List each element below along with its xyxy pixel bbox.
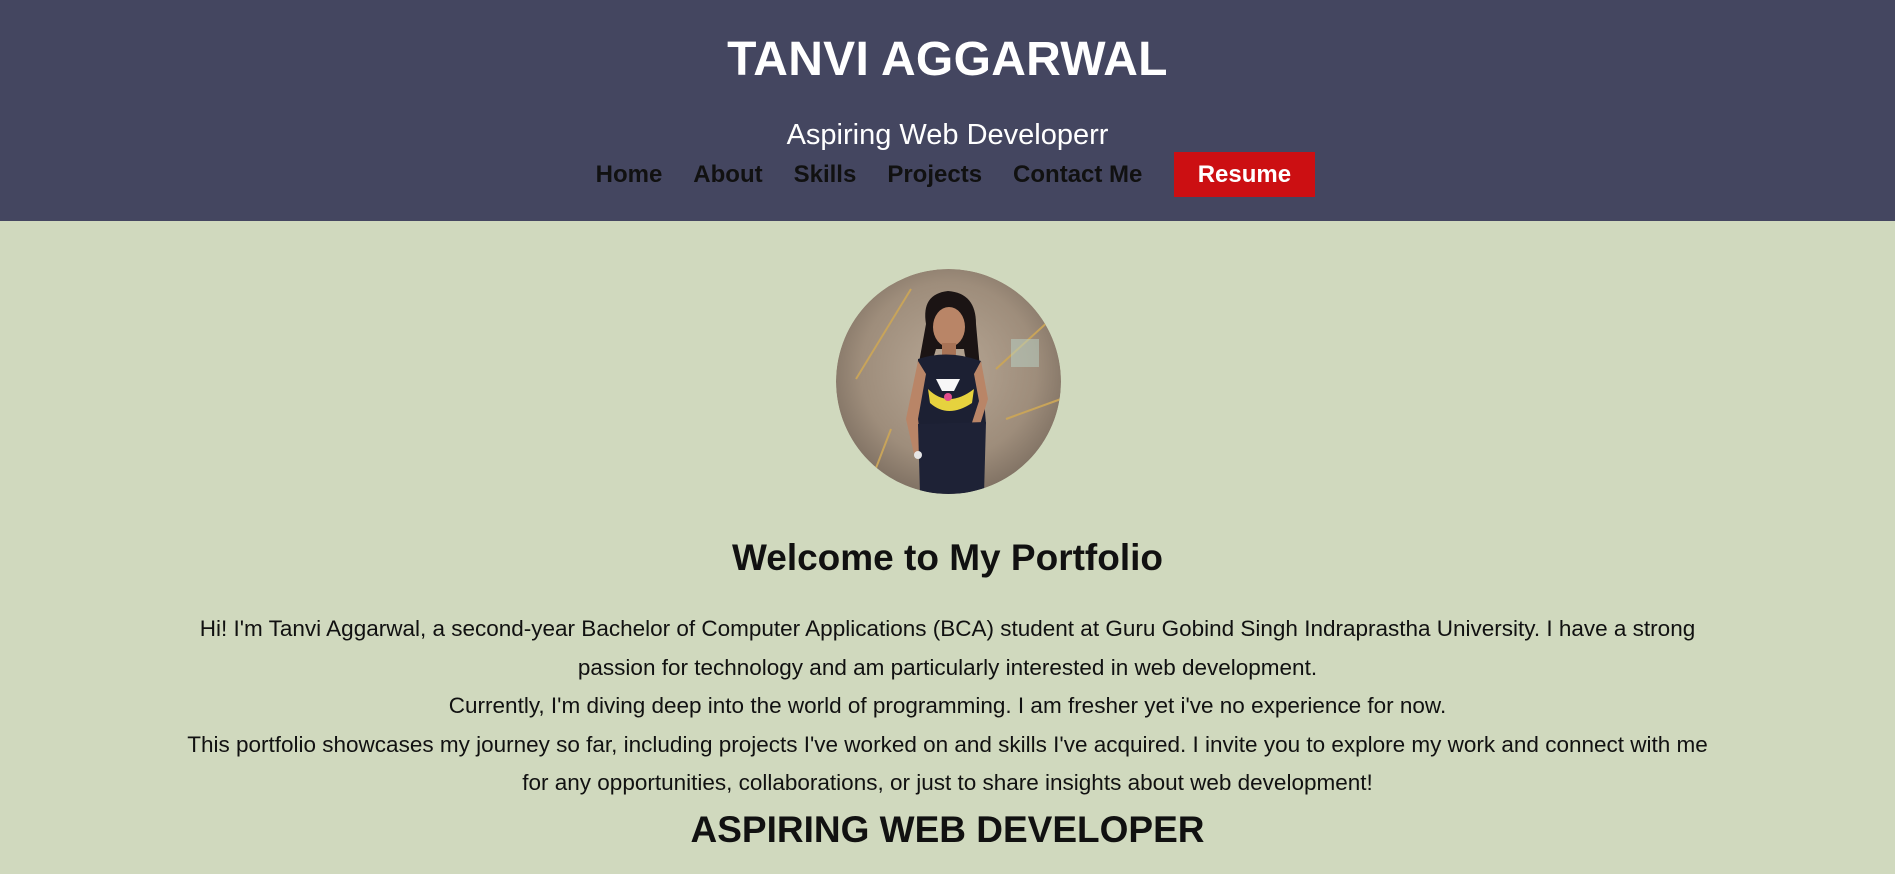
nav-link-projects[interactable]: Projects	[887, 152, 982, 197]
avatar	[836, 269, 1061, 494]
intro-line: Hi! I'm Tanvi Aggarwal, a second-year Ba…	[199, 616, 1696, 680]
intro-paragraph: Hi! I'm Tanvi Aggarwal, a second-year Ba…	[180, 610, 1715, 803]
site-header: TANVI AGGARWAL Aspiring Web Developerr H…	[0, 0, 1895, 221]
role-heading: ASPIRING WEB DEVELOPER	[690, 809, 1205, 850]
welcome-heading: Welcome to My Portfolio	[731, 537, 1163, 578]
intro-line: Currently, I'm diving deep into the worl…	[448, 693, 1447, 718]
intro-line: This portfolio showcases my journey so f…	[187, 731, 1708, 796]
site-tagline: Aspiring Web Developerr	[786, 119, 1109, 151]
nav-link-about[interactable]: About	[693, 152, 762, 197]
nav-link-home[interactable]: Home	[596, 152, 663, 197]
page: TANVI AGGARWAL Aspiring Web Developerr H…	[0, 0, 1895, 874]
profile-photo-icon	[836, 269, 1061, 494]
nav-link-contact[interactable]: Contact Me	[1013, 152, 1142, 197]
site-title: TANVI AGGARWAL	[727, 33, 1168, 86]
main-nav: Home About Skills Projects Contact Me Re…	[0, 152, 1895, 197]
resume-button[interactable]: Resume	[1173, 152, 1315, 197]
nav-link-skills[interactable]: Skills	[794, 152, 857, 197]
